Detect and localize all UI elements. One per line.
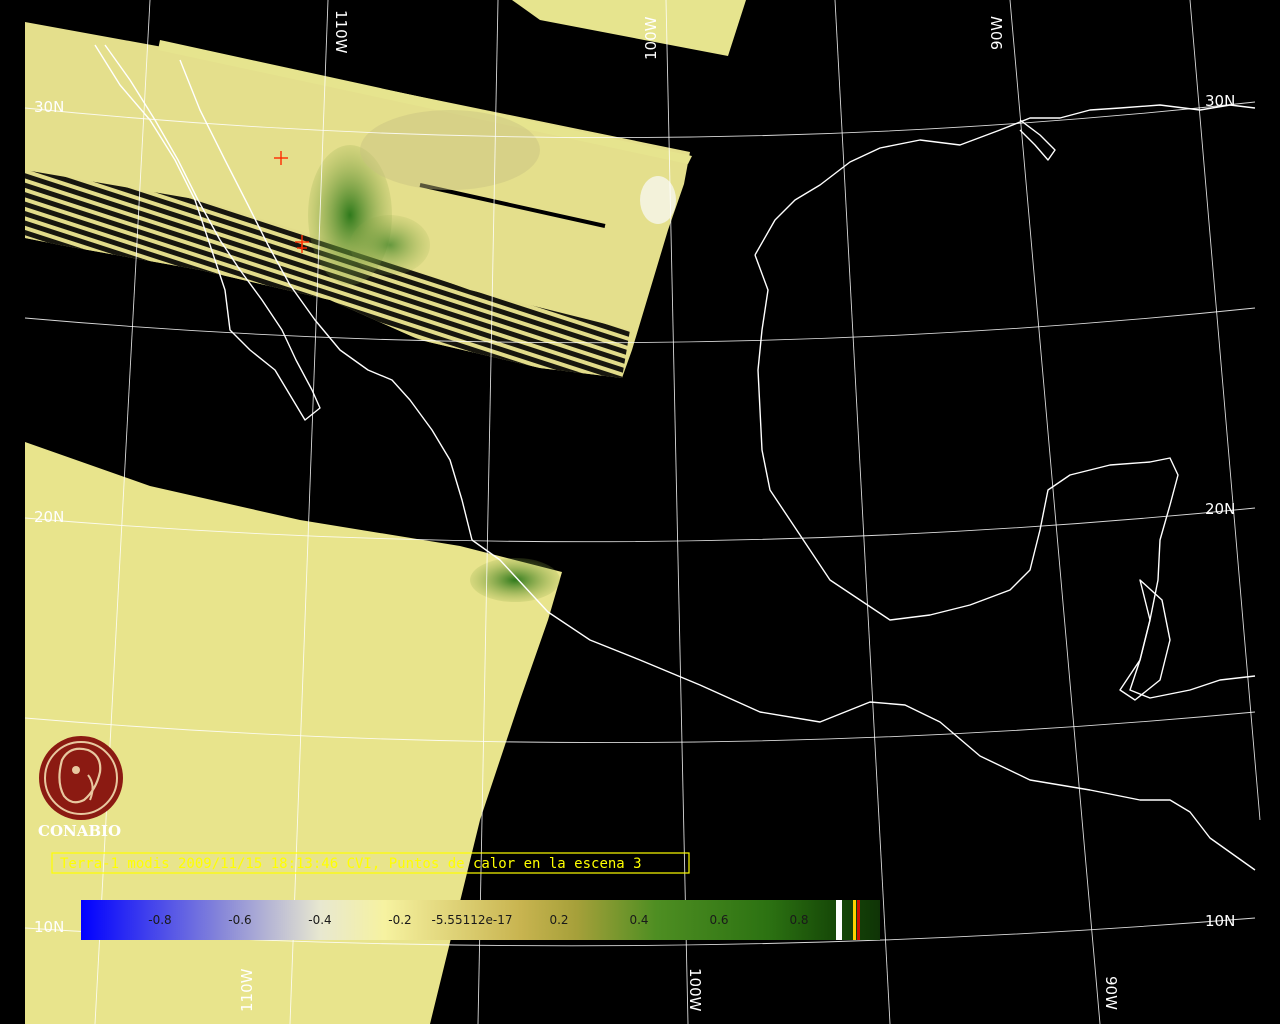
colorbar-tick-label: 0.8 (789, 913, 808, 927)
scene-caption: Terra-1 modis 2009/11/15 18:13:46 CVI, P… (51, 852, 690, 874)
colorbar-tick-label: 0.6 (709, 913, 728, 927)
colorbar-yellow-marker (853, 900, 856, 940)
colorbar-tick-label: 0.2 (549, 913, 568, 927)
vegetation-patch-east (350, 215, 430, 275)
lon-label-100w-bottom: 100W (686, 968, 704, 1012)
satellite-map: 30N 20N 10N 30N 20N 10N 110W 100W 90W 11… (0, 0, 1280, 1024)
colorbar-tick-label: -0.6 (228, 913, 251, 927)
colorbar-white-marker (836, 900, 842, 940)
lon-label-90w-bottom: 90W (1102, 976, 1120, 1010)
colorbar-red-marker (857, 900, 860, 940)
lon-label-110w-bottom: 110W (238, 968, 256, 1012)
conabio-logo-text: CONABIO (38, 822, 121, 840)
colorbar-tick-label: -0.4 (308, 913, 331, 927)
colorbar-tick-label: -0.8 (148, 913, 171, 927)
lat-label-10n-left: 10N (34, 918, 64, 936)
lat-label-20n-left: 20N (34, 508, 64, 526)
lon-label-90w-top: 90W (988, 16, 1006, 50)
vegetation-patch-jalisco (470, 558, 560, 602)
lon-label-100w-top: 100W (642, 16, 660, 60)
lat-label-20n-right: 20N (1205, 500, 1235, 518)
lon-label-110w-top: 110W (332, 10, 350, 54)
colorbar-tick-label: -5.55112e-17 (432, 913, 513, 927)
arid-patch (360, 110, 540, 190)
caption-text: Terra-1 modis 2009/11/15 18:13:46 CVI, P… (60, 856, 642, 872)
colorbar-tick-label: -0.2 (388, 913, 411, 927)
conabio-logo: CONABIO (38, 736, 123, 840)
lat-label-30n-right: 30N (1205, 92, 1235, 110)
lat-label-10n-right: 10N (1205, 912, 1235, 930)
conabio-emblem-eye (72, 766, 80, 774)
lat-label-30n-left: 30N (34, 98, 64, 116)
colorbar-tick-label: 0.4 (629, 913, 648, 927)
colorbar-ticks: -0.8 -0.6 -0.4 -0.2 -5.55112e-17 0.2 0.4 0.6 0.8 (148, 913, 808, 927)
colorbar: -0.8 -0.6 -0.4 -0.2 -5.55112e-17 0.2 0.4 0.6 0.8 (81, 900, 880, 940)
